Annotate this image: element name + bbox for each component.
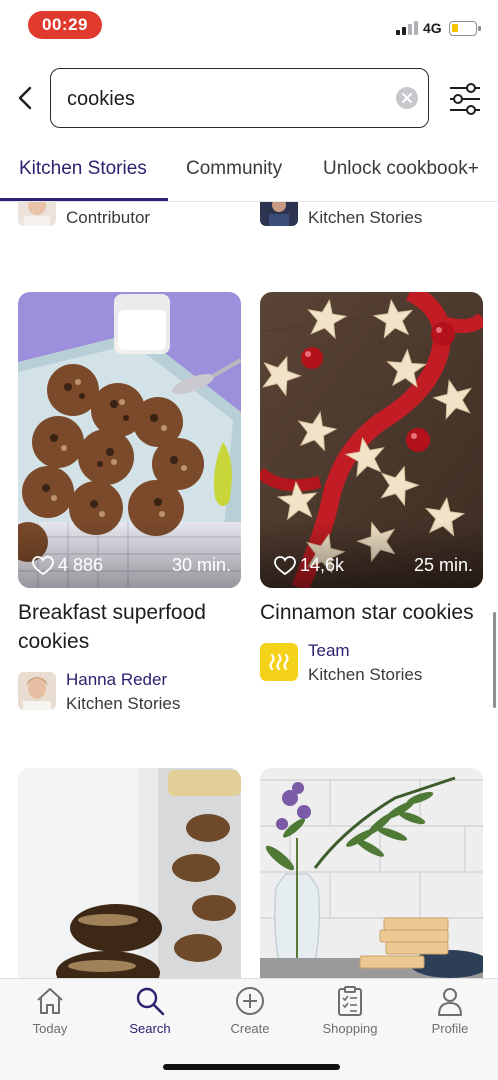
heart-icon — [32, 555, 54, 575]
nav-search[interactable]: Search — [110, 985, 190, 1036]
recipe-card[interactable]: 4 886 30 min. Breakfast superfood cookie… — [18, 292, 241, 716]
recipe-card[interactable] — [260, 768, 483, 980]
author-org: Kitchen Stories — [308, 208, 423, 227]
author-role: Contributor — [66, 208, 151, 227]
recipe-image[interactable]: 14,6k 25 min. — [260, 292, 483, 588]
recipe-duration: 25 min. — [413, 555, 473, 575]
clipped-author-right[interactable]: Kitchen Stories — [260, 202, 480, 230]
recipe-title[interactable]: Breakfast superfood cookies — [18, 598, 241, 656]
recipe-image[interactable] — [260, 768, 483, 980]
recipe-author[interactable]: Hanna Reder Kitchen Stories — [18, 670, 241, 716]
avatar — [18, 672, 56, 710]
nav-create-label: Create — [230, 1021, 270, 1036]
nav-profile-label: Profile — [431, 1021, 469, 1036]
search-input[interactable] — [67, 85, 387, 113]
tab-kitchen-stories[interactable]: Kitchen Stories — [19, 158, 147, 180]
likes-count[interactable]: 4 886 — [32, 555, 103, 576]
active-tab-indicator — [0, 198, 168, 201]
tab-community[interactable]: Community — [186, 158, 282, 180]
recipe-photo — [18, 768, 241, 980]
nav-profile[interactable]: Profile — [410, 985, 490, 1036]
recipe-photo — [260, 292, 483, 588]
likes-value: 4 886 — [58, 555, 104, 575]
kitchen-stories-logo-icon — [260, 643, 298, 681]
recipe-image[interactable] — [18, 768, 241, 980]
checklist-icon — [338, 986, 362, 1016]
recipe-title[interactable]: Cinnamon star cookies — [260, 598, 483, 627]
recipe-photo — [260, 768, 483, 980]
network-type: 4G — [423, 20, 442, 36]
status-time: 00:29 — [28, 11, 102, 39]
likes-count[interactable]: 14,6k — [274, 555, 344, 576]
heart-icon — [274, 555, 296, 575]
back-button[interactable] — [12, 82, 40, 114]
recipe-image[interactable]: 4 886 30 min. — [18, 292, 241, 588]
nav-search-label: Search — [129, 1021, 171, 1036]
avatar — [260, 202, 298, 226]
scroll-indicator[interactable] — [493, 612, 496, 708]
recipe-photo — [18, 292, 241, 588]
author-org: Kitchen Stories — [308, 665, 423, 684]
nav-shopping[interactable]: Shopping — [310, 985, 390, 1036]
recipe-card[interactable] — [18, 768, 241, 980]
home-indicator — [163, 1064, 340, 1070]
tab-unlock-cookbook[interactable]: Unlock cookbook+ — [323, 158, 479, 180]
signal-icon — [396, 21, 418, 35]
clipped-author-left[interactable]: Contributor — [18, 202, 218, 230]
search-icon — [136, 987, 165, 1016]
nav-today-label: Today — [32, 1021, 68, 1036]
clear-search-button[interactable] — [396, 87, 418, 109]
avatar — [18, 202, 56, 226]
recipe-duration: 30 min. — [171, 555, 231, 575]
filter-button[interactable] — [446, 82, 484, 116]
status-bar: 00:29 4G — [0, 0, 498, 50]
search-tabs: Kitchen Stories Community Unlock cookboo… — [0, 150, 498, 202]
recipe-card[interactable]: 14,6k 25 min. Cinnamon star cookies Team… — [260, 292, 483, 687]
nav-shopping-label: Shopping — [322, 1021, 378, 1036]
recipe-author[interactable]: Team Kitchen Stories — [260, 641, 483, 687]
home-icon — [37, 988, 63, 1014]
search-box[interactable] — [50, 68, 429, 128]
nav-today[interactable]: Today — [10, 985, 90, 1036]
battery-icon — [449, 21, 481, 36]
person-icon — [438, 988, 462, 1016]
author-org: Kitchen Stories — [66, 694, 181, 713]
plus-circle-icon — [236, 987, 264, 1015]
nav-create[interactable]: Create — [210, 985, 290, 1036]
likes-value: 14,6k — [300, 555, 345, 575]
author-name: Team — [308, 641, 350, 660]
author-name: Hanna Reder — [66, 670, 168, 689]
close-icon — [402, 93, 412, 103]
